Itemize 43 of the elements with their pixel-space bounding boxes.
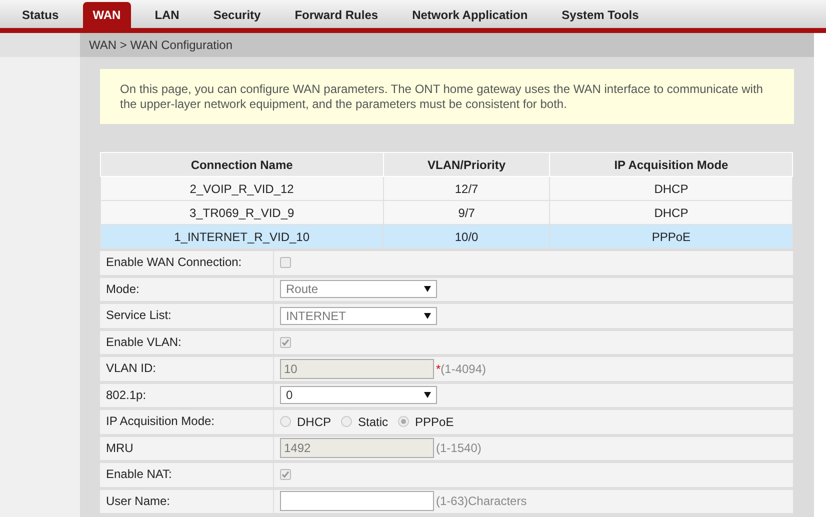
radio-button[interactable] (341, 416, 352, 428)
field-label: Enable NAT: (100, 463, 274, 486)
caret-icon (424, 286, 431, 292)
checkbox[interactable] (280, 257, 291, 268)
checkbox[interactable] (280, 336, 291, 348)
hint-text: (1-4094) (440, 360, 486, 378)
nav-tab[interactable]: Network Application (402, 2, 538, 28)
table-row[interactable]: 2_VOIP_R_VID_12 12/7 DHCP (100, 176, 792, 200)
field-label: IP Acquisition Mode: (100, 410, 274, 434)
dropdown[interactable]: 0 (280, 386, 437, 404)
field-label: Enable VLAN: (100, 330, 274, 354)
hint-text: (1-1540) (436, 440, 482, 458)
field-label: MRU (100, 436, 274, 460)
field-label: User Name: (100, 490, 274, 513)
radio-button[interactable] (280, 416, 291, 428)
nav-tab[interactable]: Security (203, 2, 271, 28)
table-row[interactable]: 3_TR069_R_VID_9 9/7 DHCP (100, 200, 792, 224)
field-label: VLAN ID: (100, 357, 274, 380)
breadcrumb: WAN > WAN Configuration (80, 33, 814, 57)
input-field[interactable] (280, 491, 434, 512)
radio-label: Static (358, 414, 388, 431)
column-header: IP Acquisition Mode (550, 152, 792, 176)
notice-text: On this page, you can configure WAN parameters. The ONT home gateway uses the WAN interface to communicate with the upper-layer network equipment, and the parameters must be consistent for both. (120, 82, 763, 111)
nav-tab[interactable]: WAN (82, 2, 131, 28)
nav-tab[interactable]: LAN (144, 2, 190, 28)
hint-text: (1-63)Characters (436, 493, 527, 510)
column-header: VLAN/Priority (383, 152, 550, 176)
radio-label: PPPoE (415, 414, 454, 431)
caret-icon (424, 392, 431, 398)
caret-icon (424, 312, 431, 319)
field-label: Service List: (100, 304, 274, 328)
checkbox[interactable] (280, 469, 291, 480)
table-row[interactable]: 1_INTERNET_R_VID_10 10/0 PPPoE (100, 224, 792, 248)
column-header: Connection Name (100, 152, 384, 176)
field-label: Mode: (100, 278, 274, 301)
field-label: Enable WAN Connection: (100, 251, 274, 274)
radio-button[interactable] (398, 416, 410, 428)
nav-tab[interactable]: System Tools (552, 2, 649, 28)
radio-label: DHCP (297, 414, 332, 431)
nav-tab[interactable]: Status (12, 2, 69, 28)
required-mark: * (436, 360, 441, 378)
nav-tab[interactable]: Forward Rules (284, 2, 388, 28)
field-label: 802.1p: (100, 384, 274, 407)
